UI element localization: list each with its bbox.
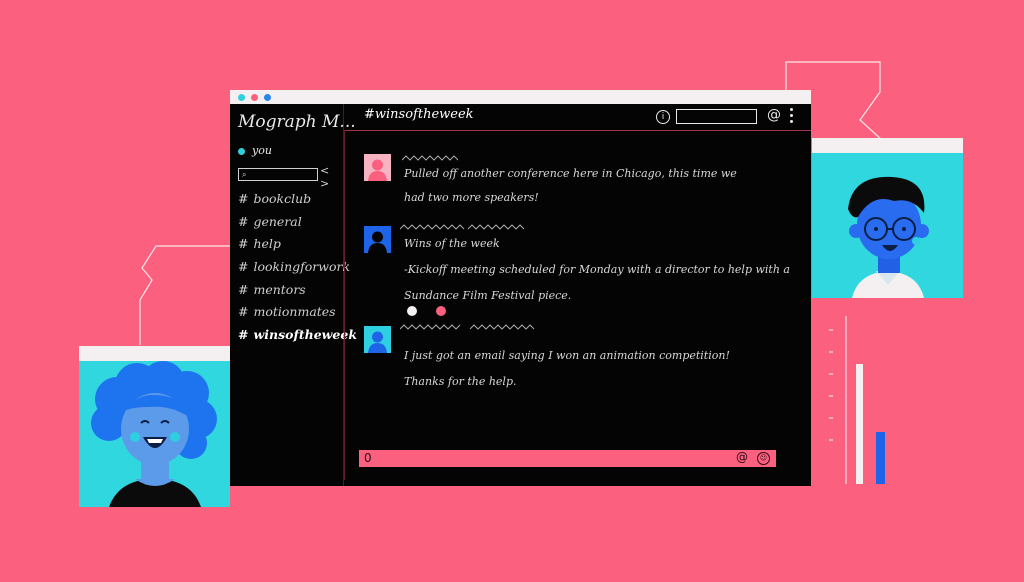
avatar-woman-illustration (91, 361, 217, 507)
video-tile-right[interactable] (812, 138, 963, 298)
message-line: -Kickoff meeting scheduled for Monday wi… (404, 263, 790, 276)
message-composer-input[interactable]: 0 @ ☺ (359, 450, 776, 467)
video-tile-left[interactable] (79, 346, 230, 507)
hash-icon: # (238, 213, 249, 229)
hash-icon: # (238, 191, 249, 206)
hash-icon: # (238, 281, 249, 297)
sidebar: Mograph M... you ⌕ < > # bookclub # genera… (230, 104, 357, 486)
message-line: Pulled off another conference here in Ch… (404, 167, 737, 180)
message-avatar[interactable] (364, 326, 391, 353)
sidebar-item-lookingforwork[interactable]: # lookingforwork (238, 256, 357, 279)
channel-list: # bookclub # general # help # lookingforwork… (238, 188, 357, 347)
chat-app-window: Mograph M... you ⌕ < > # bookclub # genera… (230, 90, 811, 486)
message-avatar[interactable] (364, 226, 391, 253)
channel-label: mentors (253, 281, 306, 297)
decor-bar-blue (876, 432, 885, 484)
history-nav-arrows[interactable]: < > (320, 164, 343, 190)
mentions-icon[interactable]: @ (767, 107, 781, 123)
reaction-pink[interactable] (436, 306, 446, 316)
avatar-man-illustration (848, 176, 929, 298)
sidebar-search-input[interactable]: ⌕ (238, 168, 318, 181)
channel-label: lookingforwork (253, 259, 351, 275)
sidebar-item-bookclub[interactable]: # bookclub (238, 188, 357, 211)
username-squiggle (400, 324, 535, 330)
current-user-label: you (252, 144, 272, 157)
video-tile-right-titlebar (812, 138, 963, 153)
message-line: Sundance Film Festival piece. (404, 289, 572, 302)
sidebar-item-winsoftheweek[interactable]: # winsoftheweek (238, 324, 357, 347)
search-icon: ⌕ (242, 170, 247, 179)
emoji-icon[interactable]: ☺ (757, 452, 770, 465)
channel-label: winsoftheweek (253, 327, 357, 343)
channel-label: bookclub (253, 191, 312, 206)
channel-label: help (253, 236, 281, 252)
sidebar-item-general[interactable]: # general (238, 211, 357, 234)
current-user: you (238, 144, 272, 157)
sidebar-item-mentors[interactable]: # mentors (238, 279, 357, 302)
header-search-input[interactable] (676, 109, 757, 124)
hash-icon: # (238, 259, 249, 275)
hash-icon: # (238, 327, 249, 343)
message-line: had two more speakers! (404, 191, 539, 204)
reaction-white[interactable] (407, 306, 417, 316)
window-close-dot[interactable] (238, 94, 245, 101)
mention-icon[interactable]: @ (736, 450, 748, 464)
hash-icon: # (238, 304, 249, 320)
window-titlebar (230, 90, 811, 104)
more-options-icon[interactable] (790, 108, 794, 126)
window-maximize-dot[interactable] (264, 94, 271, 101)
channel-header: #winsoftheweek i @ (344, 104, 811, 131)
video-tile-left-titlebar (79, 346, 230, 361)
sidebar-item-help[interactable]: # help (238, 233, 357, 256)
paperclip-icon[interactable]: 0 (364, 451, 372, 465)
channel-title: #winsoftheweek (364, 107, 474, 122)
info-icon[interactable]: i (656, 110, 670, 124)
online-status-icon (238, 147, 245, 155)
message-avatar[interactable] (364, 154, 391, 181)
message-line: Wins of the week (404, 237, 500, 250)
decor-bar-white (856, 364, 863, 484)
sidebar-item-motionmates[interactable]: # motionmates (238, 301, 357, 324)
message-line: Thanks for the help. (404, 375, 517, 388)
window-minimize-dot[interactable] (251, 94, 258, 101)
hash-icon: # (238, 236, 249, 252)
workspace-name[interactable]: Mograph M... (238, 112, 356, 132)
username-squiggle (400, 224, 525, 230)
channel-label: general (253, 213, 302, 229)
sidebar-divider (344, 130, 345, 480)
channel-label: motionmates (253, 304, 336, 320)
message-line: I just got an email saying I won an anim… (404, 349, 730, 362)
